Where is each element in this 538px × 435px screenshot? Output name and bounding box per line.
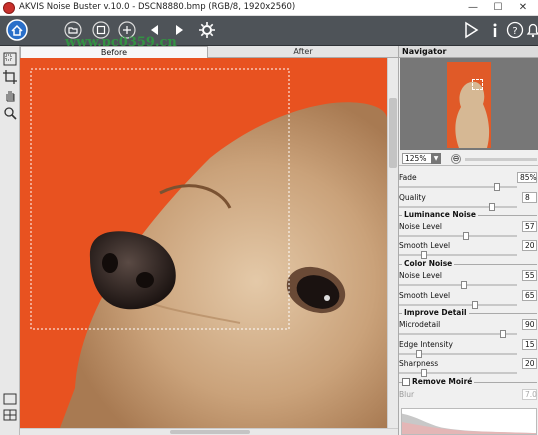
minimize-button[interactable]: —: [462, 1, 484, 15]
navigator-view[interactable]: [400, 58, 538, 150]
edge-intensity-slider-knob[interactable]: [415, 350, 422, 358]
edge-intensity-label: Edge Intensity: [399, 340, 453, 349]
navigator-thumbnail: [447, 62, 491, 148]
split-view-icon[interactable]: [3, 408, 17, 422]
quality-value[interactable]: 8: [522, 192, 537, 203]
left-toolbar: [0, 46, 20, 435]
sharpness-value[interactable]: 20: [522, 358, 537, 369]
color-noise-heading: Color Noise: [402, 259, 455, 268]
single-view-icon[interactable]: [3, 392, 17, 406]
bell-icon[interactable]: [524, 21, 538, 39]
blur-label: Blur: [399, 390, 415, 399]
lum-noise-slider-knob[interactable]: [462, 232, 469, 240]
info-icon[interactable]: [486, 21, 504, 39]
zoom-row: 125% ▼ ⊖: [399, 150, 538, 166]
dog-photo: [20, 58, 387, 428]
improve-detail-section: Improve Detail: [399, 308, 538, 319]
zoom-slider[interactable]: [465, 158, 537, 161]
col-smooth-label: Smooth Level: [399, 291, 451, 300]
remove-moire-section: Remove Moiré: [399, 377, 538, 388]
microdetail-slider-knob[interactable]: [499, 330, 506, 338]
edge-intensity-value[interactable]: 15: [522, 339, 537, 350]
fade-label: Fade: [399, 173, 417, 182]
help-icon[interactable]: ?: [506, 21, 524, 39]
horizontal-scroll-thumb[interactable]: [170, 430, 250, 434]
close-button[interactable]: ✕: [512, 1, 534, 15]
lum-smooth-slider[interactable]: [399, 251, 517, 259]
lum-noise-slider[interactable]: [399, 232, 517, 240]
vertical-scroll-thumb[interactable]: [389, 98, 397, 168]
lum-smooth-value[interactable]: 20: [522, 240, 537, 251]
settings-panel: Navigator 125% ▼ ⊖ Fade 85% Quality 8 Lu…: [398, 46, 538, 435]
zoom-value[interactable]: 125%: [402, 153, 432, 164]
navigator-viewport-rect[interactable]: [472, 79, 483, 90]
hand-icon[interactable]: [3, 88, 17, 102]
canvas-vertical-scrollbar[interactable]: [387, 58, 398, 428]
tab-after[interactable]: After: [208, 46, 398, 58]
fade-slider-knob[interactable]: [494, 183, 501, 191]
fade-value[interactable]: 85%: [517, 172, 537, 183]
lum-smooth-slider-knob[interactable]: [421, 251, 428, 259]
sharpness-slider-knob[interactable]: [421, 369, 428, 377]
svg-text:?: ?: [512, 26, 517, 37]
sharpness-label: Sharpness: [399, 359, 439, 368]
app-logo-icon: [3, 2, 15, 14]
remove-moire-heading: Remove Moiré: [410, 377, 475, 386]
luminance-noise-section: Luminance Noise: [399, 210, 538, 221]
window-title: AKVIS Noise Buster v.10.0 - DSCN8880.bmp…: [19, 2, 296, 12]
lum-smooth-label: Smooth Level: [399, 241, 451, 250]
fade-slider[interactable]: [399, 183, 517, 191]
col-noise-slider-knob[interactable]: [460, 281, 467, 289]
remove-moire-checkbox[interactable]: [402, 378, 410, 386]
lum-noise-label: Noise Level: [399, 222, 442, 231]
title-bar: AKVIS Noise Buster v.10.0 - DSCN8880.bmp…: [0, 0, 538, 16]
tab-before[interactable]: Before: [20, 46, 208, 58]
preview-window-icon[interactable]: [3, 52, 17, 66]
quality-slider[interactable]: [399, 203, 517, 211]
navigator-title: Navigator: [399, 46, 538, 58]
col-smooth-slider[interactable]: [399, 301, 517, 309]
luminance-noise-heading: Luminance Noise: [402, 210, 478, 219]
zoom-icon[interactable]: [3, 106, 17, 120]
microdetail-label: Microdetail: [399, 320, 441, 329]
sharpness-slider[interactable]: [399, 369, 517, 377]
col-smooth-value[interactable]: 65: [522, 290, 537, 301]
col-noise-value[interactable]: 55: [522, 270, 537, 281]
zoom-out-button[interactable]: ⊖: [451, 154, 461, 164]
run-icon[interactable]: [462, 21, 480, 39]
edge-intensity-slider[interactable]: [399, 350, 517, 358]
view-tabs: Before After: [20, 46, 398, 58]
image-canvas[interactable]: [20, 58, 387, 428]
blur-value[interactable]: 7.0: [522, 389, 537, 400]
improve-detail-heading: Improve Detail: [402, 308, 469, 317]
histogram-chart: [401, 408, 537, 435]
lum-noise-value[interactable]: 57: [522, 221, 537, 232]
crop-icon[interactable]: [3, 70, 17, 84]
maximize-button[interactable]: ☐: [487, 1, 509, 15]
microdetail-slider[interactable]: [399, 330, 517, 338]
col-noise-label: Noise Level: [399, 271, 442, 280]
col-noise-slider[interactable]: [399, 281, 517, 289]
microdetail-value[interactable]: 90: [522, 319, 537, 330]
gear-icon[interactable]: [198, 21, 216, 39]
color-noise-section: Color Noise: [399, 259, 538, 270]
quality-label: Quality: [399, 193, 426, 202]
zoom-dropdown-icon[interactable]: ▼: [431, 153, 441, 164]
canvas-horizontal-scrollbar[interactable]: [20, 428, 398, 435]
home-icon[interactable]: [6, 19, 28, 41]
